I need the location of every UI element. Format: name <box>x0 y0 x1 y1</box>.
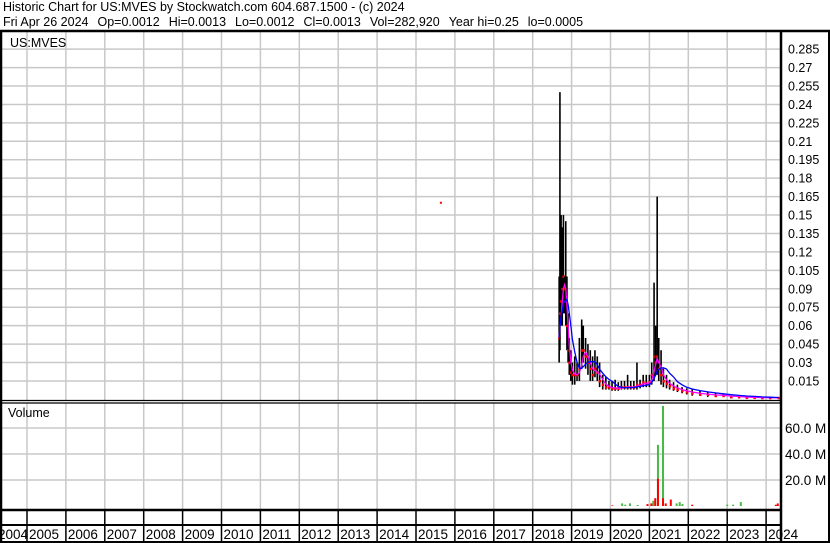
volume-bars <box>611 405 779 506</box>
price-tick-label: 0.105 <box>788 264 819 278</box>
volume-bar <box>726 504 729 506</box>
year-label: 2017 <box>496 527 526 542</box>
volume-bar <box>656 478 659 506</box>
close-dot <box>668 384 672 388</box>
price-tick-label: 0.21 <box>788 135 812 149</box>
grid-lines <box>2 32 781 510</box>
volume-bar <box>691 504 694 506</box>
price-bar <box>596 356 599 381</box>
price-bar <box>668 379 671 390</box>
volume-bar <box>624 504 627 506</box>
year-label: 2022 <box>690 527 720 542</box>
volume-bar <box>650 503 653 506</box>
volume-bar <box>636 504 639 506</box>
close-dot <box>660 373 663 377</box>
isolated-price-point <box>439 201 442 204</box>
year-label: 2006 <box>68 527 98 542</box>
price-tick-label: 0.255 <box>788 80 819 94</box>
year-label: 2012 <box>301 527 331 542</box>
volume-bar <box>662 405 665 506</box>
volume-bar <box>739 502 742 506</box>
year-label: 2011 <box>262 527 291 542</box>
price-bar <box>578 337 581 381</box>
volume-label: Volume <box>8 406 50 420</box>
close-dot <box>662 379 665 383</box>
price-tick-label: 0.24 <box>788 98 812 112</box>
price-tick-label: 0.195 <box>788 153 819 167</box>
price-tick-label: 0.225 <box>788 116 819 130</box>
volume-bar <box>669 499 672 506</box>
year-label: 2005 <box>29 527 59 542</box>
volume-bar <box>646 504 649 506</box>
close-dot <box>589 367 592 371</box>
close-dot <box>604 386 608 389</box>
price-tick-label: 0.075 <box>788 301 819 315</box>
price-tick-label: 0.015 <box>788 374 819 388</box>
close-dot <box>591 373 595 377</box>
year-label: 2024 <box>768 527 799 542</box>
price-tick-label: 0.135 <box>788 227 819 241</box>
volume-bar <box>664 503 667 506</box>
chart-canvas: US:MVES Volume 0.285 0.27 0.255 0.24 0.225 0.… <box>0 29 830 543</box>
price-bar <box>656 196 658 375</box>
chart-frame <box>0 29 830 543</box>
volume-tick-label: 20.0 M <box>785 473 826 488</box>
close-dot <box>571 373 574 377</box>
year-label: 2008 <box>146 527 176 542</box>
year-label: 2010 <box>224 527 254 542</box>
volume-bar <box>774 504 777 506</box>
price-tick-label: 0.12 <box>788 245 812 259</box>
volume-bar <box>662 498 665 506</box>
year-label: 2009 <box>185 527 215 542</box>
close-dot <box>672 387 676 390</box>
volume-tick-label: 40.0 M <box>785 447 826 462</box>
year-label: 2021 <box>651 527 681 542</box>
price-tick-label: 0.27 <box>788 61 812 75</box>
price-bar <box>665 374 668 389</box>
close-dot <box>584 355 588 358</box>
volume-bar <box>611 505 614 506</box>
volume-bar <box>675 503 678 506</box>
price-bar <box>573 356 576 385</box>
close-dot <box>598 379 602 383</box>
year-label: 2004 <box>0 527 29 542</box>
volume-bar <box>654 498 657 506</box>
stock-chart-window: Historic Chart for US:MVES by Stockwatch… <box>0 0 830 543</box>
price-tick-label: 0.18 <box>788 172 812 186</box>
year-label: 2013 <box>340 527 370 542</box>
volume-bar <box>652 500 655 506</box>
year-label: 2015 <box>418 527 448 542</box>
volume-bar <box>776 503 779 506</box>
volume-bar <box>621 503 624 506</box>
year-label: 2018 <box>535 527 565 542</box>
price-tick-label: 0.06 <box>788 319 812 333</box>
volume-bar <box>628 503 631 506</box>
year-label: 2023 <box>729 527 759 542</box>
volume-bar <box>681 504 684 506</box>
close-dot <box>665 382 669 385</box>
volume-bar <box>678 502 681 506</box>
year-label: 2019 <box>574 527 604 542</box>
price-tick-label: 0.09 <box>788 282 812 296</box>
price-bar <box>601 374 604 390</box>
symbol-label: US:MVES <box>10 36 66 50</box>
price-tick-label: 0.03 <box>788 356 812 370</box>
close-dot <box>601 383 605 387</box>
volume-tick-label: 60.0 M <box>785 421 826 436</box>
year-label: 2016 <box>457 527 487 542</box>
price-tick-label: 0.045 <box>788 338 819 352</box>
year-label: 2014 <box>379 527 410 542</box>
volume-bar <box>732 504 735 506</box>
price-tick-label: 0.285 <box>788 43 819 57</box>
close-dot <box>582 349 585 352</box>
price-tick-label: 0.15 <box>788 209 812 223</box>
price-tick-label: 0.165 <box>788 190 819 204</box>
price-bar <box>594 350 596 378</box>
year-label: 2020 <box>613 527 643 542</box>
year-label: 2007 <box>107 527 137 542</box>
